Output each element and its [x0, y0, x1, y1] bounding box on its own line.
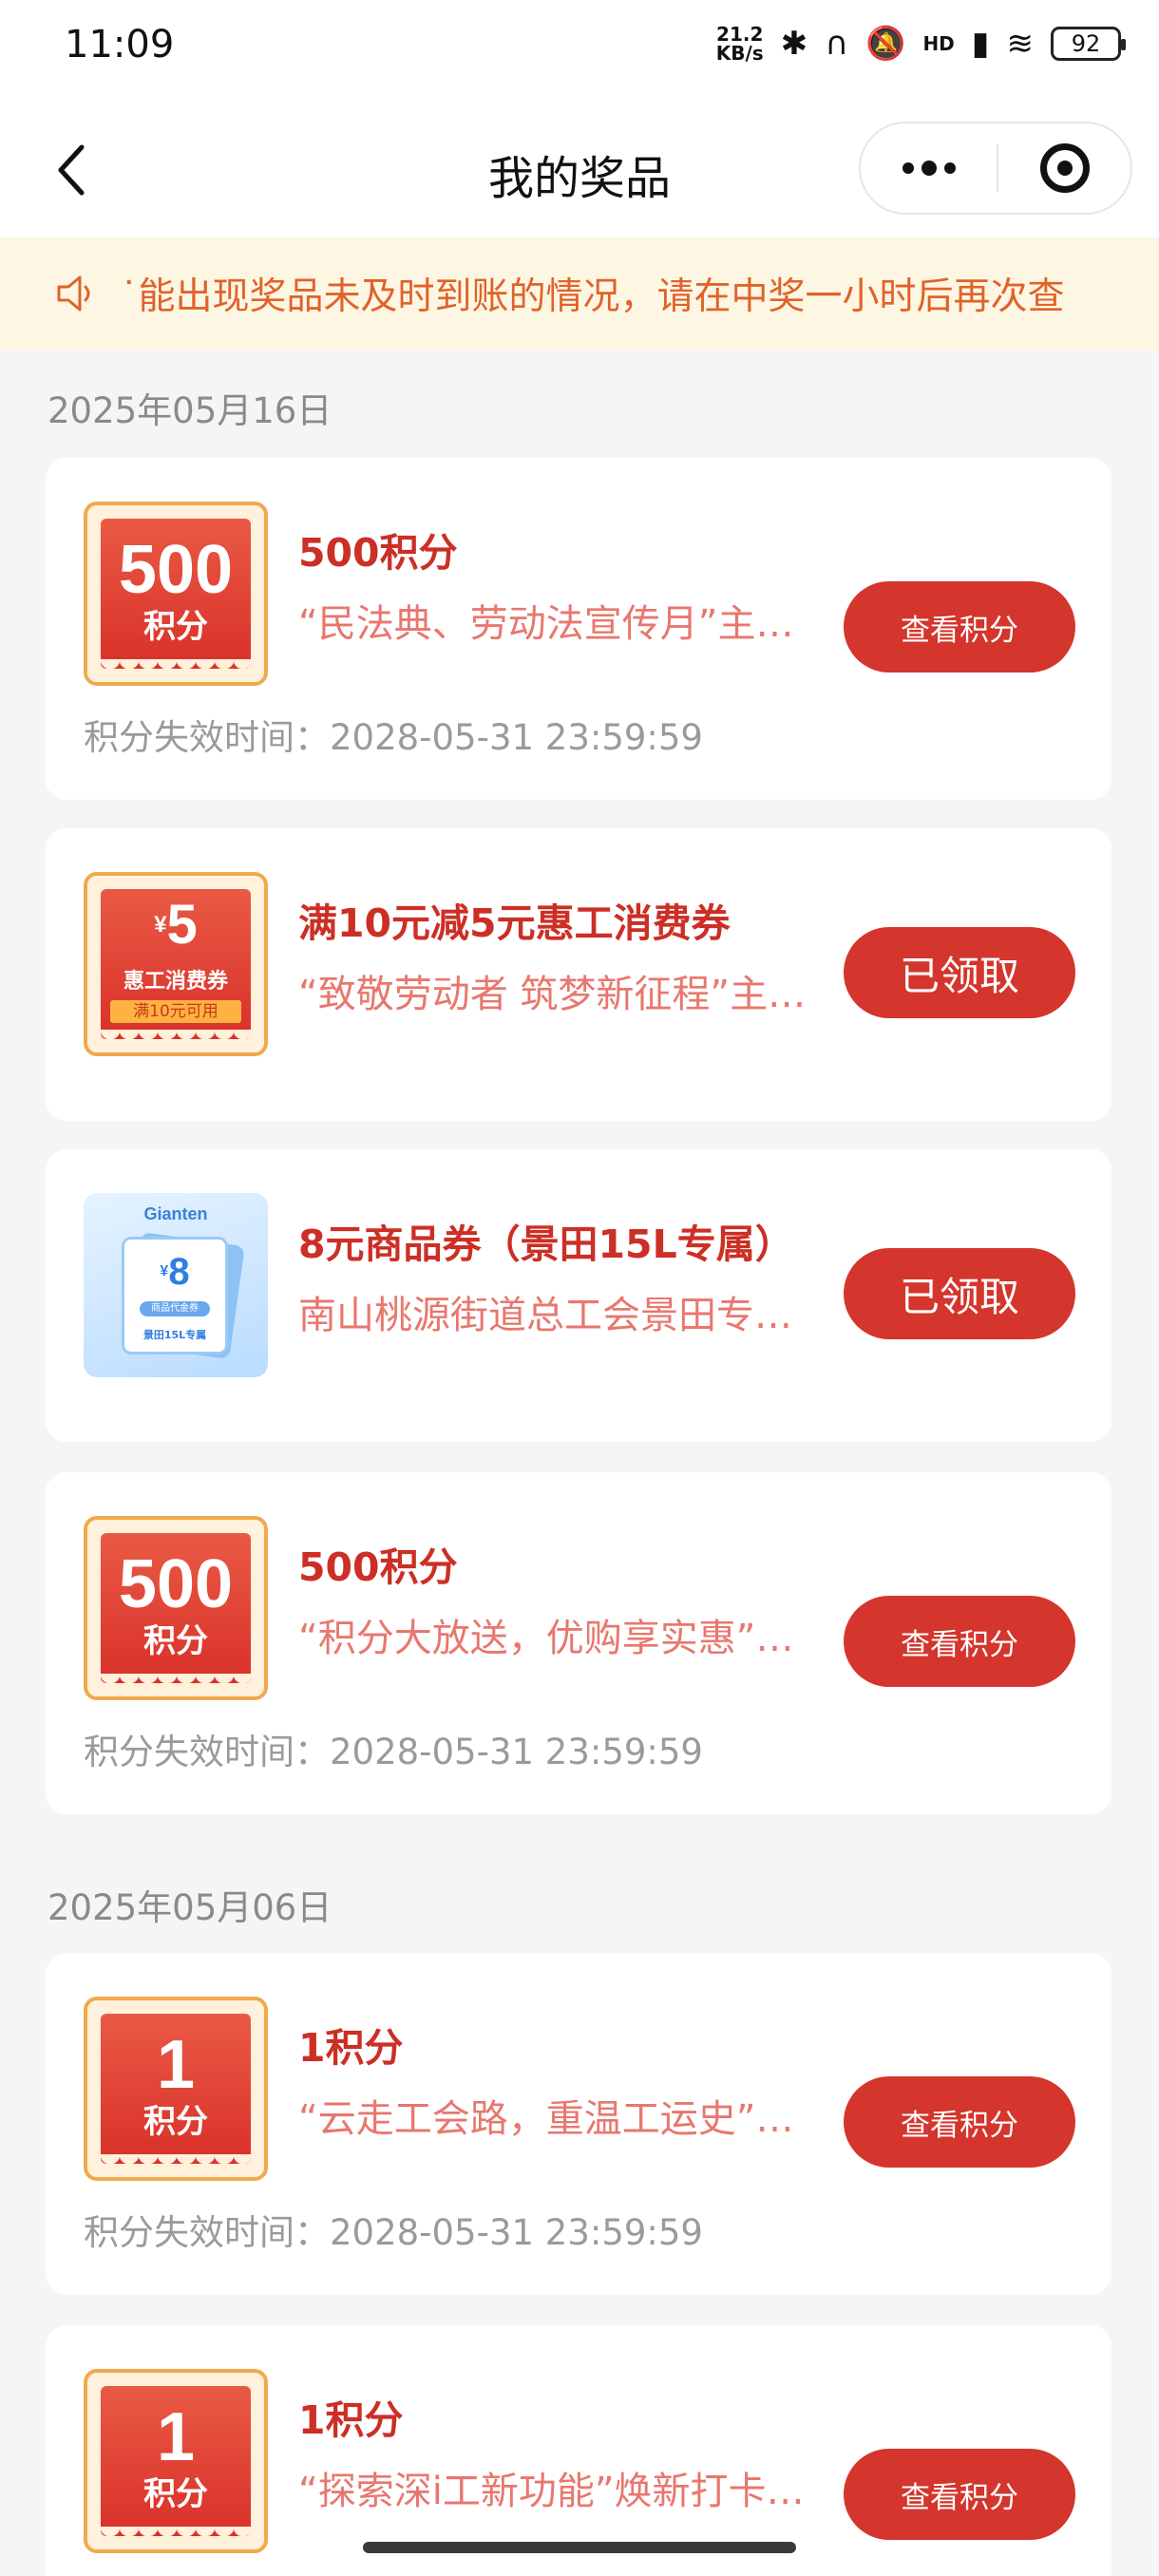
speaker-icon — [57, 275, 90, 312]
miniprogram-capsule — [859, 122, 1132, 215]
prize-card: 1 积分 1积分 “探索深i工新功能”焕新打卡活动 查看积分 — [46, 2325, 1112, 2576]
prize-description: “积分大放送，优购享实惠”活动 — [298, 1617, 819, 1660]
earbuds-icon: ∩ — [825, 25, 849, 63]
target-icon — [1039, 143, 1090, 193]
network-speed-unit: KB/s — [715, 42, 764, 65]
notice-text: ˙能出现奖品未及时到账的情况，请在中奖一小时后再次查 — [120, 275, 1065, 318]
status-time: 11:09 — [65, 23, 175, 66]
expire-time: 积分失效时间：2028-05-31 23:59:59 — [84, 717, 703, 758]
more-dot-icon — [943, 162, 956, 174]
prize-title: 500积分 — [298, 1544, 458, 1590]
thumb-coupon-condition: 满10元可用 — [110, 1000, 241, 1023]
points-thumbnail: 1 积分 — [84, 2369, 268, 2553]
wifi-icon: ≋ — [1006, 25, 1035, 63]
signal-icon: ▮ — [971, 25, 990, 63]
points-thumbnail: 500 积分 — [84, 502, 268, 686]
thumb-points-unit: 积分 — [143, 1622, 208, 1660]
date-header: 2025年05月16日 — [48, 390, 332, 431]
thumb-amount: 5 — [166, 894, 198, 956]
prize-description: “民法典、劳动法宣传月”主题活动 — [298, 602, 819, 646]
expire-time: 积分失效时间：2028-05-31 23:59:59 — [84, 1732, 703, 1772]
expire-time: 积分失效时间：2028-05-31 23:59:59 — [84, 2212, 703, 2253]
prize-card: ¥5 惠工消费券 满10元可用 满10元减5元惠工消费券 “致敬劳动者 筑梦新征… — [46, 828, 1112, 1121]
prize-title: 1积分 — [298, 2397, 404, 2443]
prize-description: “云走工会路，重温工运史”活动 — [298, 2097, 819, 2141]
view-points-button[interactable]: 查看积分 — [844, 1596, 1075, 1687]
status-bar: 11:09 21.2 KB/s ✱ ∩ 🔕 HD ▮ ≋ 92 — [0, 0, 1159, 104]
thumb-brand-logo: Gianten — [143, 1204, 208, 1223]
close-miniprogram-button[interactable] — [998, 123, 1130, 213]
thumb-points-number: 1 — [156, 2027, 196, 2103]
date-header: 2025年05月06日 — [48, 1887, 332, 1928]
status-icons: 21.2 KB/s ✱ ∩ 🔕 HD ▮ ≋ 92 — [716, 25, 1126, 63]
nav-bar: 我的奖品 — [0, 104, 1159, 237]
prize-card: 1 积分 1积分 “云走工会路，重温工运史”活动 查看积分 积分失效时间：202… — [46, 1953, 1112, 2295]
prize-title: 500积分 — [298, 530, 458, 576]
more-dot-icon — [902, 162, 914, 174]
prize-card: Gianten ¥8 商品代金券 景田15L专属 8元商品券（景田15L专属） … — [46, 1149, 1112, 1442]
thumb-points-number: 1 — [156, 2399, 196, 2475]
thumb-points-unit: 积分 — [143, 2475, 208, 2513]
notice-bar: ˙能出现奖品未及时到账的情况，请在中奖一小时后再次查 — [0, 237, 1159, 350]
battery-level: 92 — [1071, 30, 1101, 57]
view-points-button[interactable]: 查看积分 — [844, 2076, 1075, 2168]
thumb-amount: 8 — [168, 1251, 190, 1293]
network-speed-value: 21.2 — [716, 23, 764, 46]
prize-description: “致敬劳动者 筑梦新征程”主题活动 — [298, 973, 819, 1016]
points-thumbnail: 1 积分 — [84, 1997, 268, 2181]
thumb-points-unit: 积分 — [143, 2103, 208, 2141]
battery-icon: 92 — [1051, 27, 1126, 61]
mute-icon: 🔕 — [865, 25, 906, 63]
prize-title: 满10元减5元惠工消费券 — [298, 900, 731, 946]
view-points-button[interactable]: 查看积分 — [844, 581, 1075, 672]
thumb-voucher-label: 商品代金券 — [140, 1301, 210, 1316]
hd-label: HD — [922, 32, 955, 55]
prize-title: 1积分 — [298, 2025, 404, 2071]
coupon-thumbnail: ¥5 惠工消费券 满10元可用 — [84, 872, 268, 1056]
view-points-button[interactable]: 查看积分 — [844, 2449, 1075, 2540]
prize-card: 500 积分 500积分 “民法典、劳动法宣传月”主题活动 查看积分 积分失效时… — [46, 458, 1112, 800]
gift-voucher-thumbnail: Gianten ¥8 商品代金券 景田15L专属 — [84, 1193, 268, 1377]
prize-card: 500 积分 500积分 “积分大放送，优购享实惠”活动 查看积分 积分失效时间… — [46, 1472, 1112, 1814]
home-indicator[interactable] — [363, 2542, 796, 2553]
claimed-button[interactable]: 已领取 — [844, 927, 1075, 1018]
network-speed: 21.2 KB/s — [716, 25, 764, 63]
more-button[interactable] — [861, 123, 997, 213]
bluetooth-icon: ✱ — [780, 25, 808, 63]
thumb-points-number: 500 — [118, 532, 234, 608]
points-thumbnail: 500 积分 — [84, 1516, 268, 1700]
thumb-points-unit: 积分 — [143, 608, 208, 646]
claimed-button[interactable]: 已领取 — [844, 1248, 1075, 1339]
prize-description: 南山桃源街道总工会景田专属活动 — [298, 1294, 819, 1337]
prize-title: 8元商品券（景田15L专属） — [298, 1222, 794, 1267]
thumb-voucher-footer: 景田15L专属 — [142, 1329, 207, 1341]
thumb-currency: ¥ — [160, 1263, 169, 1279]
thumb-currency: ¥ — [154, 912, 167, 938]
thumb-coupon-name: 惠工消费券 — [123, 970, 228, 994]
prize-description: “探索深i工新功能”焕新打卡活动 — [298, 2470, 819, 2513]
thumb-points-number: 500 — [118, 1546, 234, 1622]
more-dot-icon — [921, 161, 937, 176]
